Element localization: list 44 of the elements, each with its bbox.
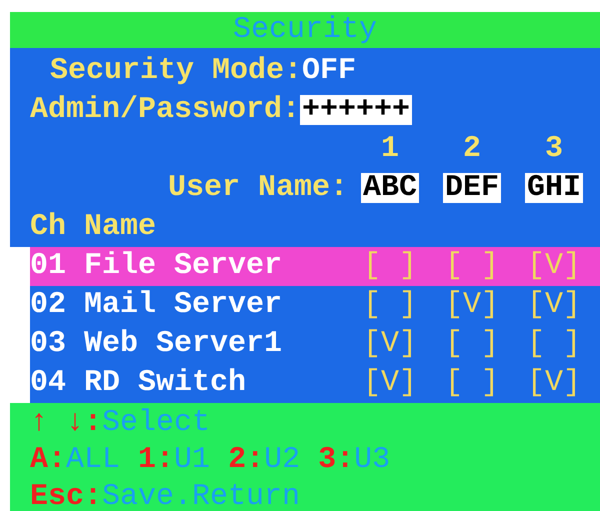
setting-value: OFF <box>302 54 356 88</box>
access-mark: [V] <box>444 288 499 322</box>
key-label: 3: <box>318 443 354 477</box>
password-field[interactable]: ++++++ <box>300 95 412 125</box>
key-label: A: <box>30 443 66 477</box>
access-mark: [ ] <box>362 249 417 283</box>
action-label: U2 <box>264 443 300 477</box>
key-label: Esc: <box>30 480 102 511</box>
channel-name: 03 Web Server1 <box>30 326 284 363</box>
channel-row[interactable]: 04 RD Switch [V] [ ] [V] <box>30 364 600 403</box>
user-number: 3 <box>544 132 563 166</box>
access-mark: [V] <box>526 249 581 283</box>
channel-name: 04 RD Switch <box>30 365 248 402</box>
access-mark: [V] <box>526 366 581 400</box>
key-label: 1: <box>138 443 174 477</box>
action-label: Select <box>102 406 210 440</box>
setting-label: Security Mode: <box>50 54 302 88</box>
key-label: ↑ ↓: <box>30 406 102 440</box>
column-header: Ch Name <box>30 210 156 244</box>
user-name-field[interactable]: GHI <box>524 173 583 203</box>
access-mark: [ ] <box>526 327 581 361</box>
access-mark: [ ] <box>444 327 499 361</box>
key-label: 2: <box>228 443 264 477</box>
access-mark: [ ] <box>444 366 499 400</box>
user-number: 2 <box>462 132 481 166</box>
access-mark: [ ] <box>362 288 417 322</box>
setting-label: Admin/Password: <box>30 93 300 127</box>
channel-row[interactable]: 02 Mail Server [ ] [V] [V] <box>30 286 600 325</box>
channel-name: 02 Mail Server <box>30 287 284 324</box>
user-name-label: User Name: <box>168 171 348 205</box>
action-label: Save.Return <box>102 480 300 511</box>
access-mark: [ ] <box>444 249 499 283</box>
action-label: U3 <box>354 443 390 477</box>
action-label: ALL <box>66 443 120 477</box>
user-name-field[interactable]: ABC <box>360 173 419 203</box>
access-mark: [V] <box>526 288 581 322</box>
channel-name: 01 File Server <box>30 248 284 285</box>
channel-row[interactable]: 03 Web Server1 [V] [ ] [ ] <box>30 325 600 364</box>
screen-title: Security <box>10 12 600 48</box>
user-name-field[interactable]: DEF <box>442 173 501 203</box>
action-label: U1 <box>174 443 210 477</box>
access-mark: [V] <box>362 327 417 361</box>
access-mark: [V] <box>362 366 417 400</box>
user-number: 1 <box>380 132 399 166</box>
